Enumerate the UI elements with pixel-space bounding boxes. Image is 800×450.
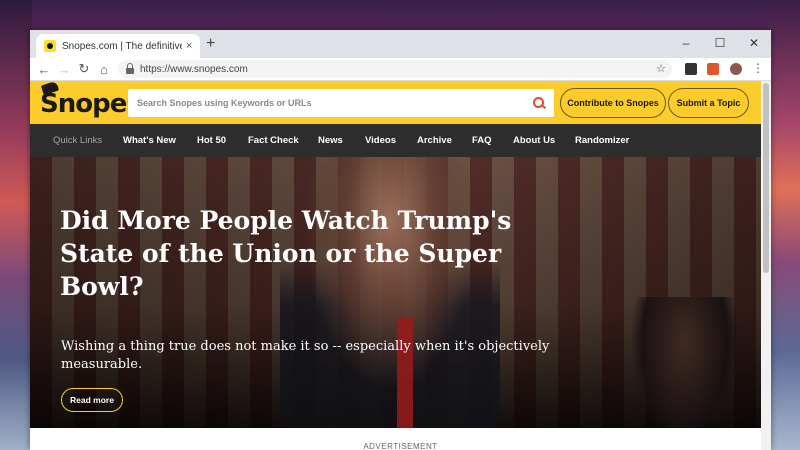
- new-tab-button[interactable]: +: [206, 35, 215, 53]
- tab-strip: Snopes.com | The definitive fact × + – ☐…: [30, 30, 771, 58]
- tab-title: Snopes.com | The definitive fact: [62, 40, 182, 52]
- forward-button[interactable]: →: [54, 62, 74, 77]
- advertisement-label: ADVERTISEMENT: [363, 442, 438, 450]
- reload-button[interactable]: ↻: [74, 61, 94, 77]
- search-input[interactable]: Search Snopes using Keywords or URLs: [137, 98, 312, 108]
- submit-topic-button[interactable]: Submit a Topic: [668, 88, 749, 118]
- quick-links-label: Quick Links: [53, 135, 103, 146]
- site-navigation: Quick Links What's New Hot 50 Fact Check…: [30, 124, 771, 157]
- desktop-wallpaper-left: [0, 0, 32, 450]
- minimize-button[interactable]: –: [669, 32, 703, 54]
- search-icon[interactable]: [533, 97, 544, 108]
- close-window-button[interactable]: ✕: [737, 32, 771, 54]
- lock-icon: [126, 63, 134, 74]
- page-scrollbar[interactable]: [761, 81, 771, 450]
- maximize-button[interactable]: ☐: [703, 32, 737, 54]
- tab-close-icon[interactable]: ×: [186, 40, 192, 52]
- nav-fact-check[interactable]: Fact Check: [248, 135, 299, 146]
- hero-banner[interactable]: Did More People Watch Trump's State of t…: [30, 157, 771, 428]
- address-bar[interactable]: https://www.snopes.com ☆: [118, 60, 672, 78]
- nav-archive[interactable]: Archive: [417, 135, 452, 146]
- hero-subtitle: Wishing a thing true does not make it so…: [61, 339, 550, 372]
- window-controls: – ☐ ✕: [669, 32, 771, 54]
- nav-hot-50[interactable]: Hot 50: [197, 135, 226, 146]
- profile-avatar-icon[interactable]: [730, 63, 742, 75]
- url-text: https://www.snopes.com: [140, 63, 248, 75]
- browser-window: Snopes.com | The definitive fact × + – ☐…: [30, 30, 771, 450]
- home-button[interactable]: ⌂: [94, 62, 114, 77]
- nav-videos[interactable]: Videos: [365, 135, 396, 146]
- nav-news[interactable]: News: [318, 135, 343, 146]
- nav-faq[interactable]: FAQ: [472, 135, 492, 146]
- site-header: Snopes Search Snopes using Keywords or U…: [30, 80, 771, 124]
- nav-whats-new[interactable]: What's New: [123, 135, 176, 146]
- search-box[interactable]: Search Snopes using Keywords or URLs: [128, 89, 554, 117]
- back-button[interactable]: ←: [34, 62, 54, 77]
- browser-tab[interactable]: Snopes.com | The definitive fact ×: [36, 34, 200, 58]
- layers-extension-icon[interactable]: [685, 63, 697, 75]
- advertisement-area: ADVERTISEMENT: [30, 428, 771, 450]
- scrollbar-thumb[interactable]: [763, 83, 769, 273]
- hero-headline[interactable]: Did More People Watch Trump's State of t…: [60, 204, 540, 303]
- read-more-button[interactable]: Read more: [61, 388, 123, 412]
- desktop-wallpaper-right: [770, 0, 800, 450]
- contribute-button[interactable]: Contribute to Snopes: [560, 88, 666, 118]
- shield-extension-icon[interactable]: [707, 63, 719, 75]
- site-logo[interactable]: Snopes: [40, 89, 142, 119]
- nav-randomizer[interactable]: Randomizer: [575, 135, 629, 146]
- bookmark-star-icon[interactable]: ☆: [656, 62, 666, 75]
- snopes-favicon-icon: [44, 40, 56, 52]
- browser-toolbar: ← → ↻ ⌂ https://www.snopes.com ☆ ⋮: [30, 58, 771, 81]
- nav-about-us[interactable]: About Us: [513, 135, 555, 146]
- menu-kebab-icon[interactable]: ⋮: [752, 61, 764, 75]
